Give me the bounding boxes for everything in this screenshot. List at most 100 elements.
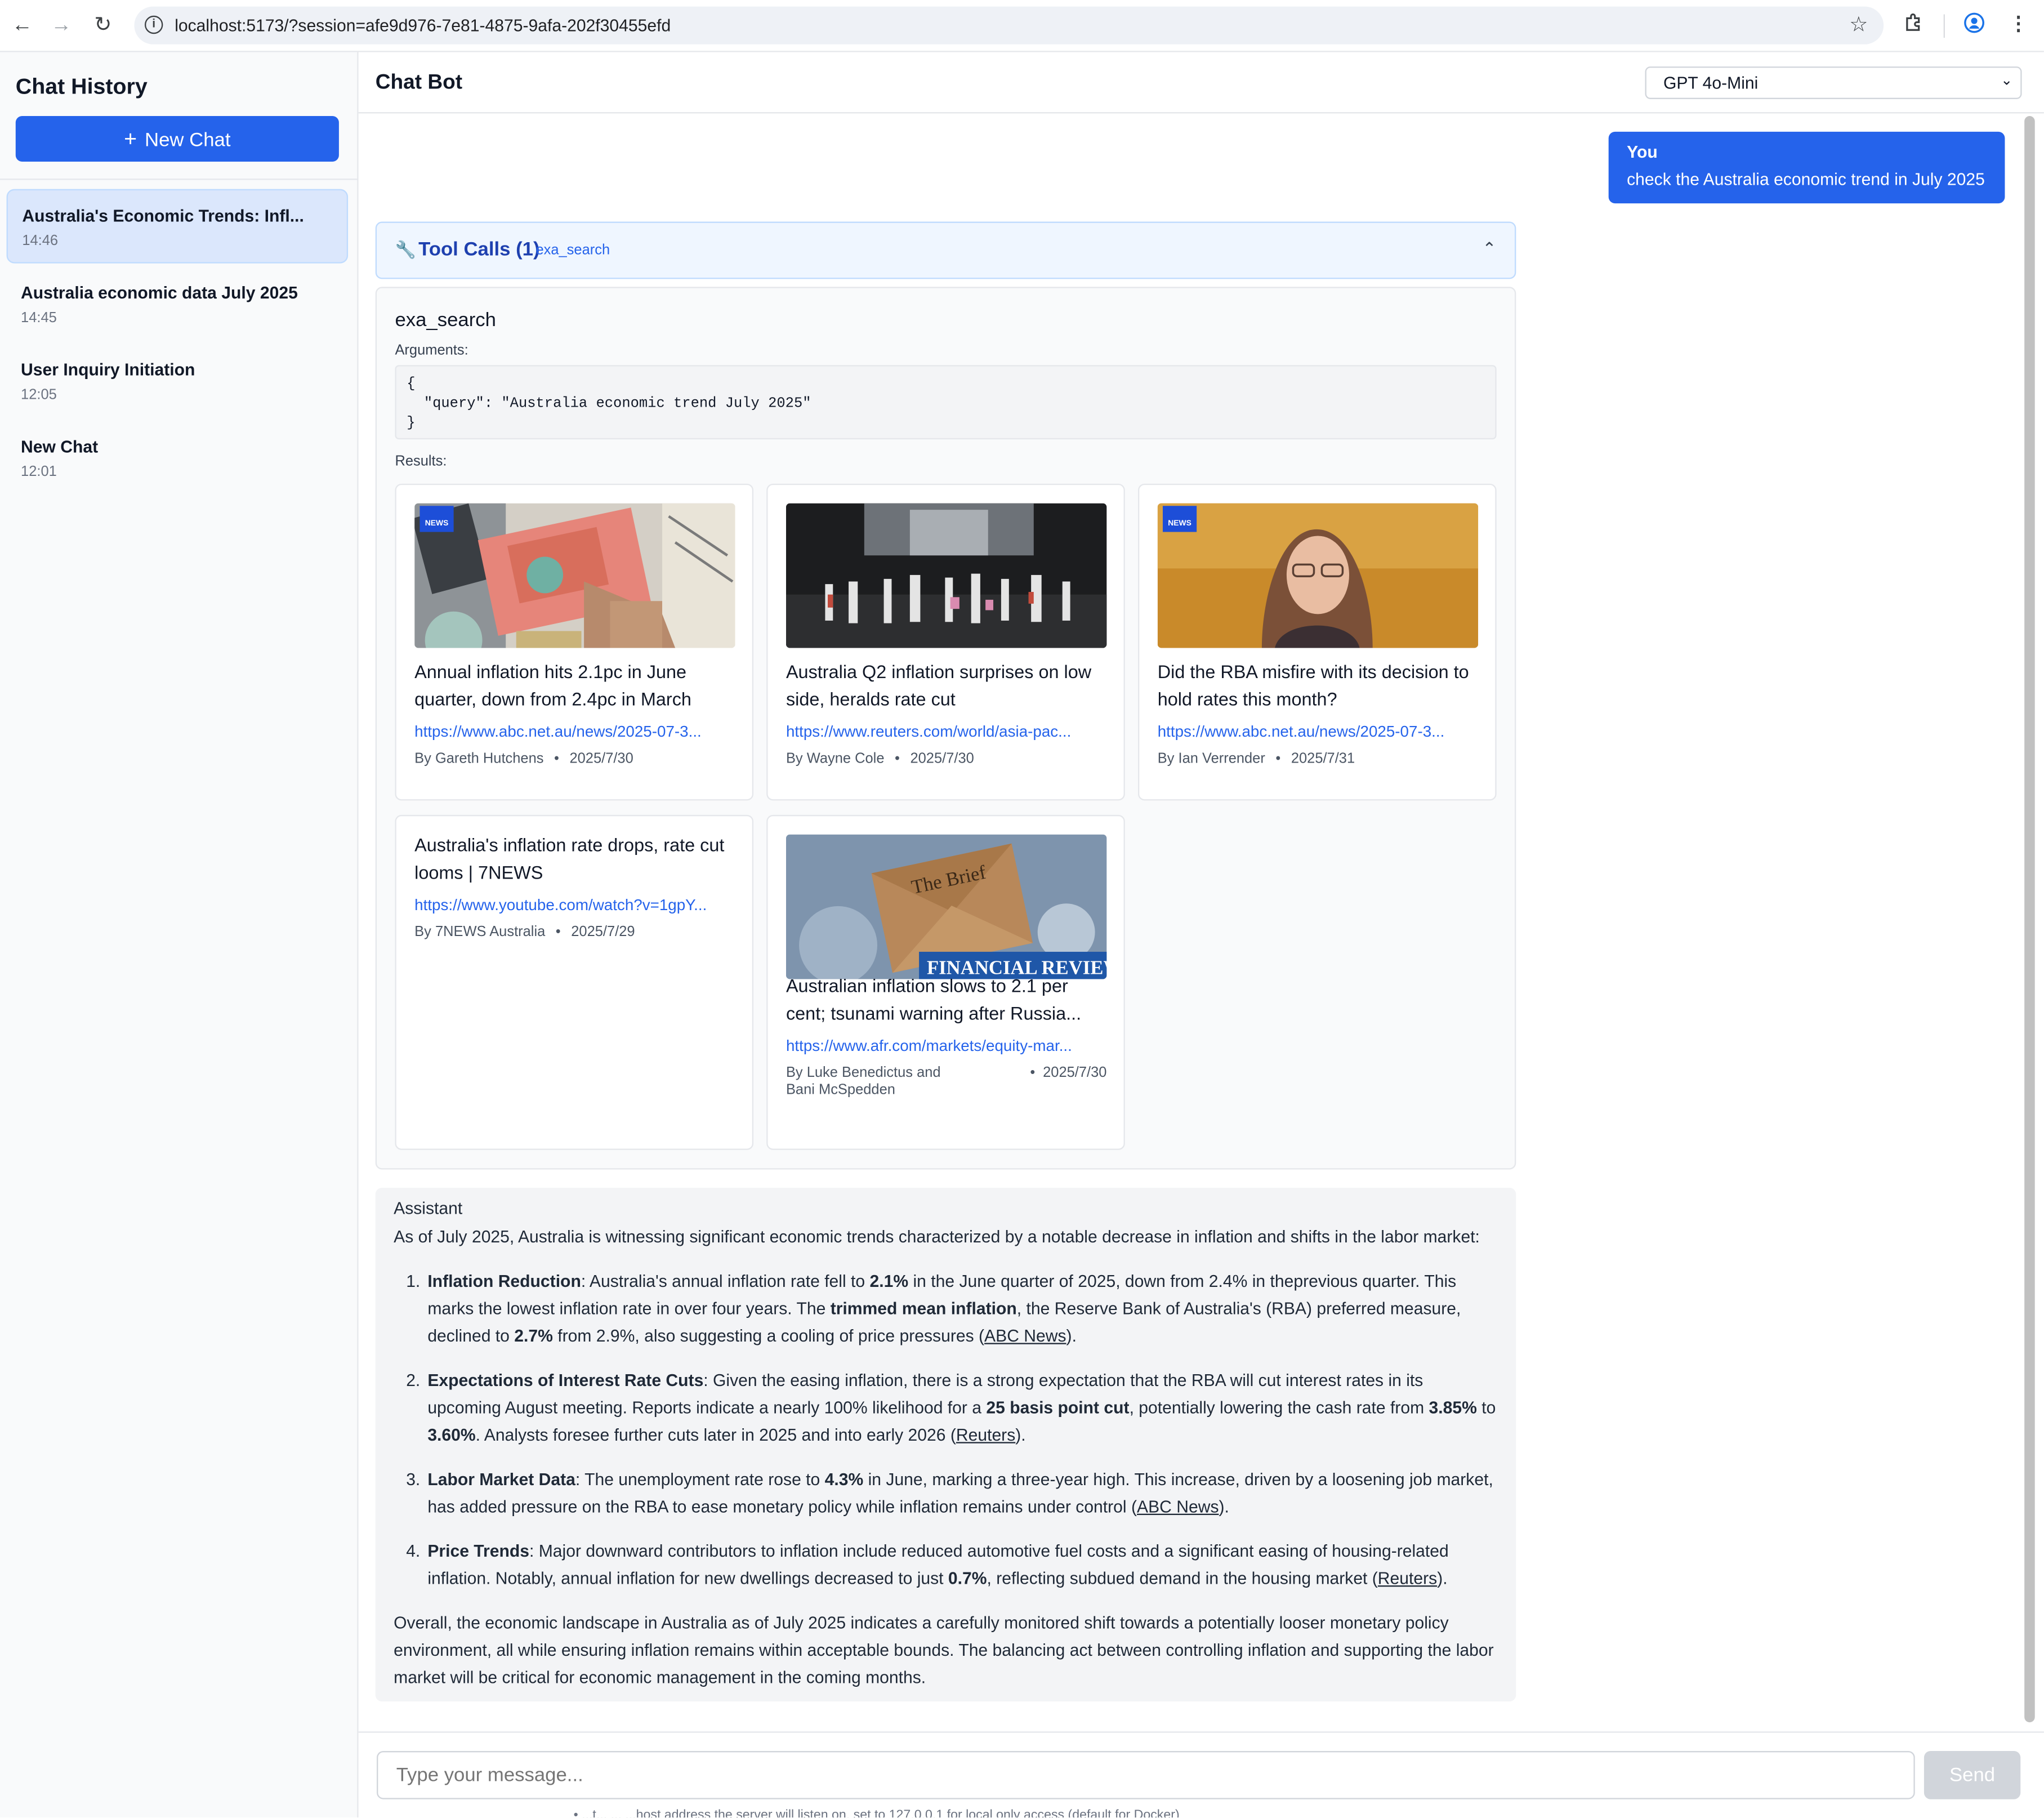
assistant-points: Inflation Reduction: Australia's annual … <box>394 1267 1498 1592</box>
result-date: 2025/7/30 <box>910 751 974 767</box>
source-link[interactable]: ABC News <box>984 1326 1066 1345</box>
chevron-up-icon[interactable]: ⌃ <box>1482 239 1496 260</box>
history-item-title: Australia economic data July 2025 <box>21 283 298 303</box>
result-date: 2025/7/30 <box>569 751 633 767</box>
result-body: Annual inflation hits 2.1pc in June quar… <box>414 658 735 767</box>
result-date: 2025/7/29 <box>571 924 635 941</box>
scrollbar-thumb[interactable] <box>2024 116 2035 1723</box>
result-title[interactable]: Australia Q2 inflation surprises on low … <box>786 658 1106 713</box>
result-card[interactable]: Australia Q2 inflation surprises on low … <box>766 483 1125 801</box>
back-arrow-icon[interactable]: ← <box>9 13 35 39</box>
assistant-point: Labor Market Data: The unemployment rate… <box>425 1465 1498 1520</box>
result-title[interactable]: Australian inflation slows to 2.1 per ce… <box>786 973 1106 1027</box>
plus-icon: + <box>124 126 137 152</box>
model-select[interactable]: GPT 4o-Mini ⌄ <box>1645 66 2022 99</box>
result-author: By Gareth Hutchens <box>414 751 544 767</box>
result-date: 2025/7/30 <box>1043 1065 1107 1081</box>
history-item-time: 14:46 <box>22 233 59 249</box>
result-meta: By 7NEWS Australia • 2025/7/29 <box>414 924 635 941</box>
source-link[interactable]: Reuters <box>956 1425 1015 1445</box>
result-card[interactable]: NEWS Annual inflation hits 2.1pc in June… <box>395 483 754 801</box>
chat-history-sidebar: Chat History + New Chat Australia's Econo… <box>0 52 359 1818</box>
result-thumbnail: NEWS <box>414 503 735 648</box>
result-author: By Luke Benedictus and Bani McSpedden <box>786 1065 941 1098</box>
result-url[interactable]: https://www.youtube.com/watch?v=1gpY... <box>414 895 735 914</box>
result-body: Australian inflation slows to 2.1 per ce… <box>786 973 1106 1099</box>
forward-arrow-icon[interactable]: → <box>48 13 74 39</box>
send-button[interactable]: Send <box>1923 1751 2021 1799</box>
result-url[interactable]: https://www.afr.com/markets/equity-mar..… <box>786 1036 1106 1054</box>
result-body: Australia's inflation rate drops, rate c… <box>414 832 735 941</box>
result-title[interactable]: Did the RBA misfire with its decision to… <box>1158 658 1478 713</box>
abc-news-logo: NEWS <box>1162 506 1197 532</box>
bookmark-star-icon[interactable]: ☆ <box>1849 12 1868 38</box>
result-url[interactable]: https://www.abc.net.au/news/2025-07-3... <box>414 723 735 741</box>
results-label: Results: <box>395 453 447 470</box>
tool-call-details: exa_search Arguments: { "query": "Austra… <box>375 287 1516 1170</box>
history-item[interactable]: Australia economic data July 2025 14:45 <box>7 268 349 342</box>
tool-name: exa_search <box>395 309 497 332</box>
assistant-point: Inflation Reduction: Australia's annual … <box>425 1267 1498 1349</box>
reload-icon[interactable]: ↻ <box>90 13 116 39</box>
user-message: You check the Australia economic trend i… <box>1608 131 2005 204</box>
profile-icon[interactable] <box>1963 12 1985 39</box>
arguments-label: Arguments: <box>395 342 468 359</box>
result-thumbnail <box>786 503 1107 648</box>
result-thumbnail: NEWS <box>1157 503 1479 648</box>
result-url[interactable]: https://www.reuters.com/world/asia-pac..… <box>786 723 1106 741</box>
history-item[interactable]: New Chat 12:01 <box>7 421 349 496</box>
tool-calls-header[interactable]: 🔧 Tool Calls (1) exa_search ⌃ <box>375 221 1516 279</box>
message-input[interactable] <box>377 1751 1915 1799</box>
result-body: Australia Q2 inflation surprises on low … <box>786 658 1106 767</box>
assistant-conclusion: Overall, the economic landscape in Austr… <box>394 1612 1494 1687</box>
message-composer: Send <box>358 1731 2044 1818</box>
result-date: 2025/7/31 <box>1291 751 1355 767</box>
result-title[interactable]: Annual inflation hits 2.1pc in June quar… <box>414 658 735 713</box>
user-message-text: check the Australia economic trend in Ju… <box>1627 169 1985 189</box>
sidebar-title: Chat History <box>15 74 148 99</box>
result-author: By Ian Verrender <box>1157 751 1265 767</box>
sidebar-divider <box>0 179 359 180</box>
result-meta: By Luke Benedictus and Bani McSpedden • 20… <box>786 1065 1106 1099</box>
history-item[interactable]: User Inquiry Initiation 12:05 <box>7 344 349 418</box>
result-card[interactable]: The Brief FINANCIAL REVIEW Australian in… <box>766 814 1125 1150</box>
result-meta: By Wayne Cole • 2025/7/30 <box>786 751 974 767</box>
abc-news-logo: NEWS <box>419 506 454 532</box>
source-link[interactable]: ABC News <box>1137 1497 1219 1517</box>
model-select-value: GPT 4o-Mini <box>1663 73 1759 93</box>
extensions-icon[interactable] <box>1903 12 1924 38</box>
assistant-label: Assistant <box>394 1198 463 1218</box>
chat-main: Chat Bot GPT 4o-Mini ⌄ You check the Aus… <box>358 52 2044 1818</box>
address-bar[interactable]: i localhost:5173/?session=afe9d976-7e81-… <box>134 6 1884 44</box>
history-item-time: 12:05 <box>21 387 57 403</box>
new-chat-button[interactable]: + New Chat <box>15 116 339 162</box>
chevron-down-icon: ⌄ <box>2001 73 2013 89</box>
result-url[interactable]: https://www.abc.net.au/news/2025-07-3... <box>1158 723 1478 741</box>
arguments-code: { "query": "Australia economic trend Jul… <box>395 365 1497 440</box>
site-info-icon[interactable]: i <box>144 15 163 34</box>
assistant-message: Assistant As of July 2025, Australia is … <box>375 1187 1516 1702</box>
history-item-time: 14:45 <box>21 310 57 326</box>
history-item-active[interactable]: Australia's Economic Trends: Infl... 14:… <box>6 189 349 264</box>
result-thumbnail: The Brief FINANCIAL REVIEW <box>786 834 1107 979</box>
tool-calls-label: Tool Calls (1) <box>418 238 540 261</box>
result-author: By 7NEWS Australia <box>414 924 546 941</box>
address-text[interactable]: localhost:5173/?session=afe9d976-7e81-48… <box>175 16 671 35</box>
browser-menu-icon[interactable]: ⋮ <box>2009 12 2028 35</box>
history-item-title: New Chat <box>21 436 99 457</box>
result-body: Did the RBA misfire with its decision to… <box>1158 658 1478 767</box>
browser-toolbar: ← → ↻ i localhost:5173/?session=afe9d976… <box>0 0 2044 52</box>
assistant-point: Price Trends: Major downward contributor… <box>425 1537 1498 1592</box>
chat-header: Chat Bot GPT 4o-Mini ⌄ <box>358 52 2044 114</box>
result-card[interactable]: NEWS Did the RBA misfire with its decisi… <box>1137 483 1497 801</box>
result-author: By Wayne Cole <box>786 751 885 767</box>
history-item-title: User Inquiry Initiation <box>21 359 195 380</box>
tool-name-badge: exa_search <box>535 242 610 259</box>
result-title[interactable]: Australia's inflation rate drops, rate c… <box>414 832 735 886</box>
result-meta: By Gareth Hutchens • 2025/7/30 <box>414 751 633 767</box>
underlying-page-text: • ...t... ... ...host address the server… <box>573 1808 1180 1818</box>
history-item-title: Australia's Economic Trends: Infl... <box>22 206 304 226</box>
new-chat-label: New Chat <box>145 129 231 152</box>
source-link[interactable]: Reuters <box>1378 1569 1437 1588</box>
result-card[interactable]: Australia's inflation rate drops, rate c… <box>395 814 754 1150</box>
